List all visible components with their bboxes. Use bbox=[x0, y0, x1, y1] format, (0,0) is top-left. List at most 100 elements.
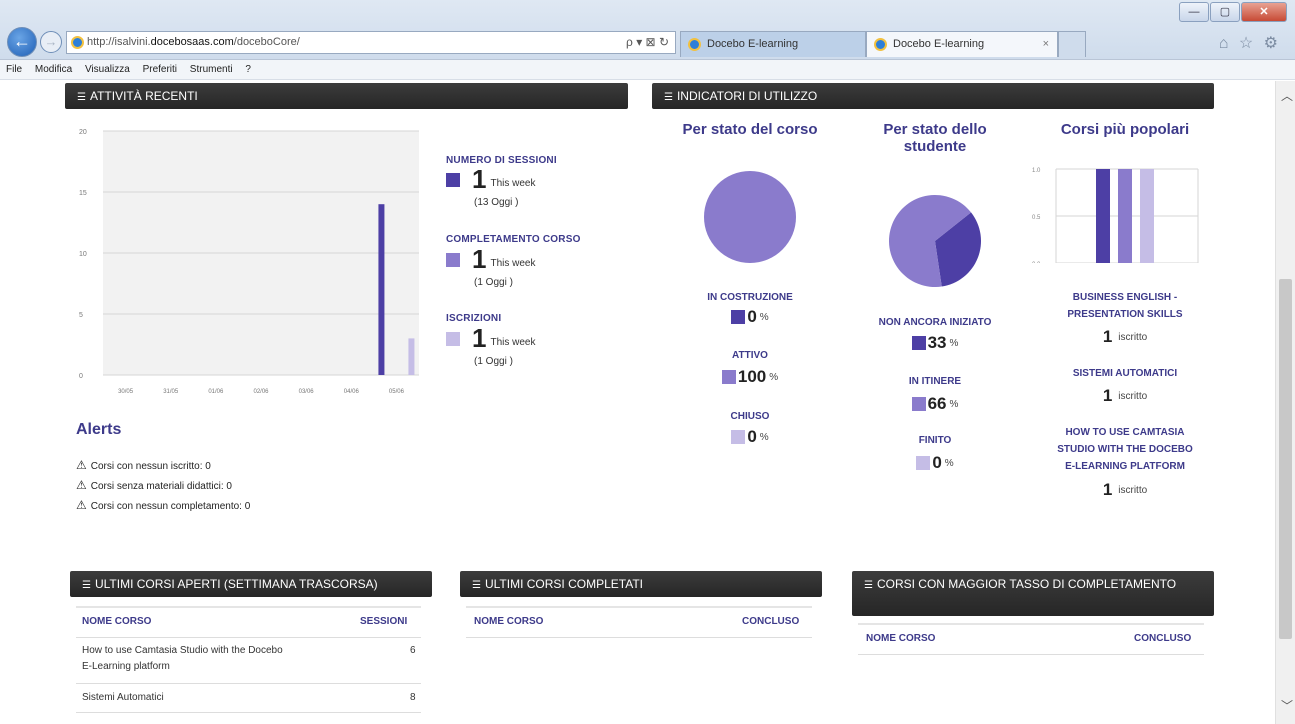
popular-name-line: HOW TO USE CAMTASIA bbox=[1065, 427, 1185, 438]
status-value-row: 0% bbox=[680, 427, 820, 447]
y-tick-label: 0.5 bbox=[1032, 215, 1041, 221]
new-tab-button[interactable] bbox=[1058, 31, 1086, 57]
table-divider bbox=[858, 623, 1204, 625]
y-tick-label: 0 bbox=[79, 373, 83, 380]
student-status-title-line1: Per stato dello bbox=[883, 121, 987, 138]
status-label: CHIUSO bbox=[730, 411, 770, 422]
tab-close-icon[interactable]: × bbox=[1043, 32, 1049, 56]
student-unit: % bbox=[949, 337, 959, 349]
section-title: ULTIMI CORSI APERTI (SETTIMANA TRASCORSA… bbox=[94, 577, 378, 591]
col-header-name[interactable]: NOME CORSO bbox=[82, 616, 151, 627]
legend-value: 1 bbox=[472, 164, 487, 194]
table-divider bbox=[858, 654, 1204, 655]
popular-course-bar bbox=[1118, 169, 1132, 263]
activity-chart-svg: 20 15 10 5 0 30/05 31/05 01/06 02/06 03/06 04/06 05… bbox=[79, 129, 419, 395]
browser-tab-1[interactable]: Docebo E-learning bbox=[680, 31, 866, 57]
legend-swatch-sessions bbox=[446, 173, 460, 187]
cell-line: E-Learning platform bbox=[82, 661, 170, 672]
scroll-down-icon[interactable]: ﹀ bbox=[1281, 697, 1293, 714]
student-value: 66 bbox=[927, 394, 947, 413]
legend-unit: This week bbox=[490, 258, 536, 269]
section-header-open-courses: ☰ ULTIMI CORSI APERTI (SETTIMANA TRASCORS… bbox=[70, 571, 432, 597]
menu-help[interactable]: ? bbox=[245, 64, 251, 75]
popular-name-line: STUDIO WITH THE DOCEBO bbox=[1057, 444, 1193, 455]
popular-count: 1 bbox=[1102, 480, 1113, 499]
status-swatch bbox=[721, 370, 736, 384]
col-header-name[interactable]: NOME CORSO bbox=[474, 616, 543, 627]
table-divider bbox=[76, 637, 421, 638]
section-title: ATTIVITÀ RECENTI bbox=[89, 89, 198, 103]
menu-visualizza[interactable]: Visualizza bbox=[85, 64, 130, 75]
pie-slice bbox=[704, 171, 796, 263]
x-tick-label: 01/06 bbox=[208, 389, 224, 395]
student-value-row: 33% bbox=[860, 333, 1010, 353]
legend-title-completion: COMPLETAMENTO CORSO bbox=[446, 234, 581, 245]
maximize-button[interactable]: ▢ bbox=[1210, 2, 1240, 22]
menu-file[interactable]: File bbox=[6, 64, 22, 75]
x-tick-label: 02/06 bbox=[253, 389, 269, 395]
section-title: INDICATORI DI UTILIZZO bbox=[676, 89, 818, 103]
tab-label: Docebo E-learning bbox=[707, 38, 799, 50]
list-icon: ☰ bbox=[77, 92, 86, 103]
popular-name-line: E-LEARNING PLATFORM bbox=[1065, 461, 1185, 472]
browser-tab-2[interactable]: Docebo E-learning × bbox=[866, 31, 1058, 57]
tab-label: Docebo E-learning bbox=[893, 38, 985, 50]
table-cell-name[interactable]: Sistemi Automatici bbox=[82, 690, 164, 706]
status-value: 0 bbox=[747, 427, 757, 446]
popular-course-name: SISTEMI AUTOMATICI bbox=[1072, 368, 1178, 379]
browser-chrome: — ▢ ✕ ← → http://isalvini.docebosaas.com… bbox=[0, 0, 1295, 60]
home-favorites-settings-icon[interactable]: ⌂ ☆ ⚙ bbox=[1219, 33, 1281, 53]
scroll-up-icon[interactable]: ︿ bbox=[1281, 87, 1293, 104]
col-header-completed[interactable]: CONCLUSO bbox=[1134, 633, 1191, 644]
table-cell-name[interactable]: How to use Camtasia Studio with the Doce… bbox=[82, 643, 352, 675]
ie-tab-icon bbox=[688, 38, 701, 51]
status-label: IN COSTRUZIONE bbox=[707, 292, 793, 303]
student-status-title: Per stato dello studente bbox=[845, 121, 1025, 155]
col-header-completed[interactable]: CONCLUSO bbox=[742, 616, 799, 627]
student-unit: % bbox=[944, 457, 954, 469]
popular-unit: iscritto bbox=[1118, 331, 1148, 343]
address-bar[interactable]: http://isalvini.docebosaas.com/doceboCor… bbox=[66, 31, 676, 54]
legend-value: 1 bbox=[472, 323, 487, 353]
student-swatch bbox=[911, 336, 926, 350]
legend-swatch-completion bbox=[446, 253, 460, 267]
close-window-button[interactable]: ✕ bbox=[1241, 2, 1287, 22]
address-tools-icon[interactable]: ρ ▾ ⊠ ↻ bbox=[626, 32, 669, 53]
scroll-thumb[interactable] bbox=[1279, 279, 1292, 639]
legend-swatch-enrollments bbox=[446, 332, 460, 346]
table-divider bbox=[466, 637, 812, 638]
status-value-row: 0% bbox=[680, 307, 820, 327]
col-header-name[interactable]: NOME CORSO bbox=[866, 633, 935, 644]
legend-sessions: 1 This week bbox=[446, 164, 535, 194]
vertical-scrollbar[interactable]: ︿ ﹀ bbox=[1275, 81, 1295, 724]
window-controls: — ▢ ✕ bbox=[1179, 2, 1287, 22]
x-tick-label: 31/05 bbox=[163, 389, 179, 395]
minimize-button[interactable]: — bbox=[1179, 2, 1209, 22]
warning-icon: ⚠ bbox=[76, 458, 87, 472]
y-tick-label: 5 bbox=[79, 312, 83, 319]
y-tick-label: 20 bbox=[79, 129, 87, 136]
menu-modifica[interactable]: Modifica bbox=[35, 64, 72, 75]
bar-iscrizioni bbox=[408, 338, 415, 375]
status-value: 100 bbox=[737, 367, 767, 386]
section-header-usage: ☰ INDICATORI DI UTILIZZO bbox=[652, 83, 1214, 109]
status-unit: % bbox=[759, 311, 769, 323]
forward-button[interactable]: → bbox=[40, 31, 62, 53]
legend-sub-enrollments: (1 Oggi ) bbox=[474, 356, 513, 367]
legend-unit: This week bbox=[490, 337, 536, 348]
bar-numero-di-sessioni bbox=[378, 204, 385, 375]
x-tick-label: 04/06 bbox=[344, 389, 360, 395]
table-divider bbox=[466, 606, 812, 608]
status-value: 0 bbox=[747, 307, 757, 326]
col-header-sessions[interactable]: SESSIONI bbox=[360, 616, 407, 627]
table-divider bbox=[76, 712, 421, 713]
student-swatch bbox=[911, 397, 926, 411]
y-tick-label: 10 bbox=[79, 251, 87, 258]
menu-strumenti[interactable]: Strumenti bbox=[190, 64, 233, 75]
warning-icon: ⚠ bbox=[76, 498, 87, 512]
y-tick-label: 15 bbox=[79, 190, 87, 197]
back-button[interactable]: ← bbox=[7, 27, 37, 57]
status-value-row: 100% bbox=[680, 367, 820, 387]
status-swatch bbox=[731, 310, 746, 324]
menu-preferiti[interactable]: Preferiti bbox=[143, 64, 177, 75]
